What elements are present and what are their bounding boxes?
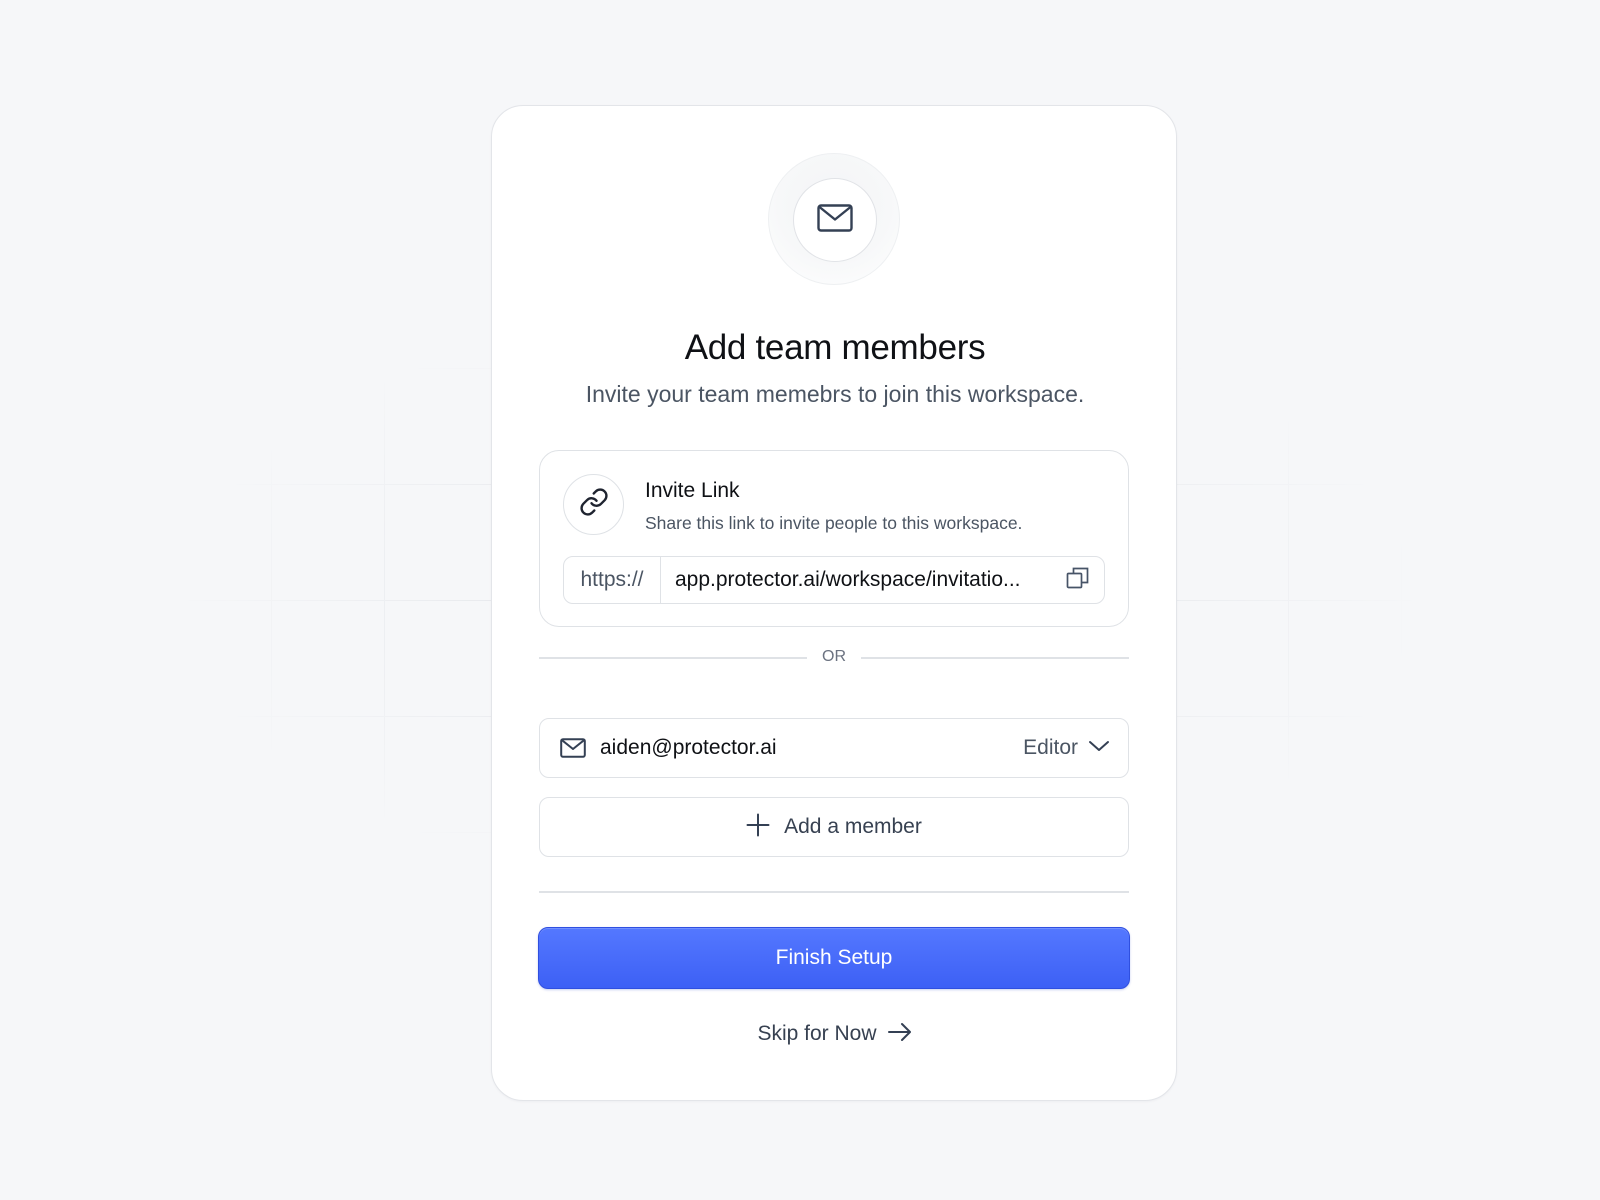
arrow-right-icon bbox=[887, 1022, 913, 1047]
skip-label: Skip for Now bbox=[757, 1022, 877, 1045]
invite-link-title: Invite Link bbox=[645, 479, 740, 502]
header-icon-circle bbox=[793, 178, 877, 262]
invite-url-value[interactable]: app.protector.ai/workspace/invitatio... bbox=[661, 568, 1052, 592]
section-separator bbox=[539, 891, 1129, 893]
or-divider: OR bbox=[539, 646, 1129, 668]
copy-link-button[interactable] bbox=[1052, 557, 1104, 603]
finish-setup-button[interactable]: Finish Setup bbox=[538, 927, 1130, 989]
add-member-label: Add a member bbox=[784, 815, 922, 838]
role-select[interactable]: Editor bbox=[1023, 736, 1110, 760]
chevron-down-icon bbox=[1088, 739, 1110, 758]
invite-link-icon-circle bbox=[563, 474, 624, 535]
page-subtitle: Invite your team memebrs to join this wo… bbox=[585, 381, 1085, 407]
skip-for-now-link[interactable]: Skip for Now bbox=[492, 1019, 1178, 1049]
mail-icon bbox=[817, 203, 853, 237]
role-label: Editor bbox=[1023, 736, 1078, 759]
onboarding-card: Add team members Invite your team memebr… bbox=[491, 105, 1177, 1101]
invite-link-panel: Invite Link Share this link to invite pe… bbox=[539, 450, 1129, 627]
plus-icon bbox=[746, 813, 770, 842]
url-prefix: https:// bbox=[564, 557, 661, 603]
mail-icon bbox=[560, 737, 586, 759]
member-email-input[interactable]: aiden@protector.ai bbox=[600, 736, 1023, 760]
invite-url-field[interactable]: https:// app.protector.ai/workspace/invi… bbox=[563, 556, 1105, 604]
divider-line-right bbox=[861, 657, 1129, 659]
copy-icon bbox=[1066, 566, 1090, 595]
add-member-button[interactable]: Add a member bbox=[539, 797, 1129, 857]
header-icon-halo bbox=[768, 153, 900, 285]
page-title: Add team members bbox=[684, 328, 986, 367]
invite-link-description: Share this link to invite people to this… bbox=[645, 513, 1023, 533]
member-row: aiden@protector.ai Editor bbox=[539, 718, 1129, 778]
link-icon bbox=[579, 487, 609, 522]
